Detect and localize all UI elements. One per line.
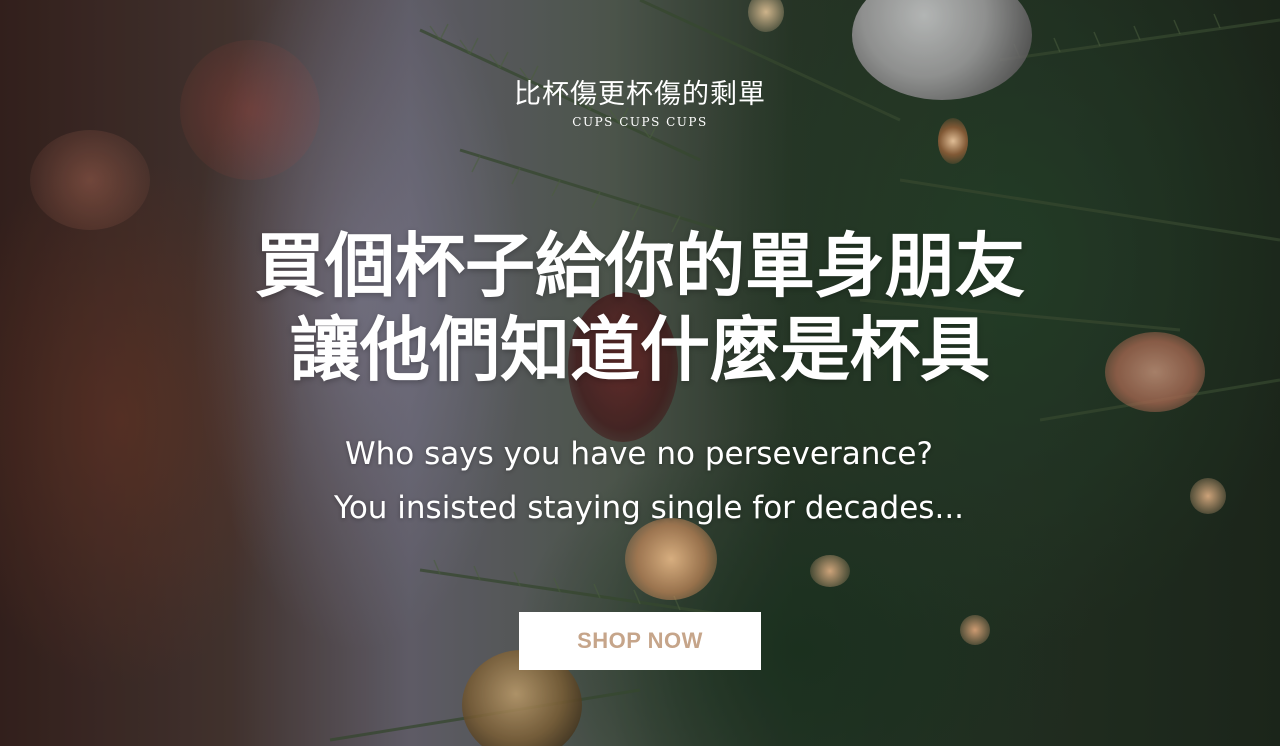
brand-name: 比杯傷更杯傷的剩單 [514, 79, 766, 110]
tagline-line-1: Who says you have no perseverance? [345, 436, 933, 472]
brand-logo[interactable]: 比杯傷更杯傷的剩單 CUPS CUPS CUPS [0, 76, 1280, 130]
headline-line-2: 讓他們知道什麼是杯具 [290, 308, 990, 391]
hero-headline: 買個杯子給你的單身朋友 讓他們知道什麼是杯具 [0, 224, 1280, 392]
headline-line-1: 買個杯子給你的單身朋友 [255, 224, 1025, 307]
hero-banner: 比杯傷更杯傷的剩單 CUPS CUPS CUPS 買個杯子給你的單身朋友 讓他們… [0, 0, 1280, 746]
brand-subtitle: CUPS CUPS CUPS [572, 115, 708, 129]
shop-now-button[interactable]: SHOP NOW [519, 612, 761, 670]
tagline-line-2: You insisted staying single for decades.… [334, 490, 965, 526]
